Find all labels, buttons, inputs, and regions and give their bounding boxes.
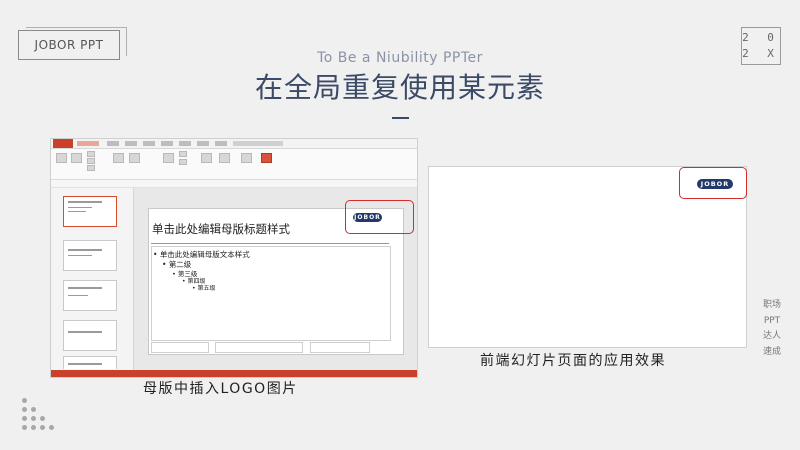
slide-thumbnail [63, 240, 117, 271]
slide-master-screenshot: 单击此处编辑母版标题样式 JOBOR 单击此处编辑母版文本样式 第二级 第三级 … [50, 138, 418, 378]
date-placeholder [151, 342, 209, 353]
ribbon-icon [87, 165, 95, 171]
logo-highlight-frame [679, 167, 747, 199]
decorative-dots [22, 398, 62, 432]
logo-highlight-frame [345, 200, 414, 234]
thumb-line [68, 287, 102, 289]
ribbon-icon [179, 159, 187, 165]
thumb-line [68, 331, 102, 333]
thumb-line [68, 363, 102, 365]
decor-dot [49, 425, 54, 430]
footer-placeholder [215, 342, 303, 353]
right-caption: 前端幻灯片页面的应用效果 [480, 353, 666, 369]
ppt-tab [161, 141, 173, 146]
ribbon-icon [219, 153, 230, 163]
ribbon-icon [87, 151, 95, 157]
ppt-tab [233, 141, 283, 146]
ppt-tab [197, 141, 209, 146]
year-line-1: 2 0 [742, 31, 780, 44]
thumb-line [68, 207, 92, 208]
ppt-tab [77, 141, 99, 146]
close-master-view-icon [261, 153, 272, 163]
ribbon-icon [241, 153, 252, 163]
decor-dot [40, 416, 45, 421]
decor-dot [22, 398, 27, 403]
thumb-line [68, 249, 102, 251]
ppt-ribbon-tabs [51, 139, 417, 149]
decor-dot [40, 425, 45, 430]
title-underline [392, 117, 409, 119]
master-body-placeholder: 单击此处编辑母版文本样式 第二级 第三级 第四级 第五级 [151, 246, 391, 341]
thumb-line [68, 255, 92, 256]
ppt-tab [125, 141, 137, 146]
ppt-status-bar [51, 370, 417, 377]
ribbon-icon [129, 153, 140, 163]
decor-dot [22, 416, 27, 421]
quick-access-toolbar [51, 180, 417, 188]
ribbon-icon [179, 151, 187, 157]
text-level-5: 第五级 [192, 283, 215, 292]
ppt-tab [143, 141, 155, 146]
ribbon-icon [87, 158, 95, 164]
slide-thumbnail [63, 280, 117, 311]
decor-dot [31, 416, 36, 421]
thumb-line [68, 201, 102, 203]
ribbon-icon [201, 153, 212, 163]
ribbon-icon [56, 153, 67, 163]
ribbon-icon [71, 153, 82, 163]
side-vertical-text: 职场PPT达人速成 [762, 300, 781, 357]
thumb-line [68, 211, 86, 212]
decor-dot [31, 425, 36, 430]
ppt-file-tab [53, 139, 73, 148]
decor-dot [22, 425, 27, 430]
slide-thumbnail [63, 196, 117, 227]
thumb-line [68, 295, 88, 296]
title-divider [151, 243, 389, 244]
ppt-tab [215, 141, 227, 146]
master-title-placeholder: 单击此处编辑母版标题样式 [152, 222, 290, 236]
ppt-tab [107, 141, 119, 146]
decor-dot [22, 407, 27, 412]
page-title: 在全局重复使用某元素 [254, 71, 545, 104]
ppt-tab [179, 141, 191, 146]
page-subtitle: To Be a Niubility PPTer [317, 50, 483, 66]
ribbon-icon [163, 153, 174, 163]
slide-thumbnail [63, 356, 117, 369]
slide-thumbnail-pane [51, 188, 134, 370]
ppt-ribbon [51, 149, 417, 180]
ribbon-icon [113, 153, 124, 163]
slide-number-placeholder [310, 342, 370, 353]
left-caption: 母版中插入LOGO图片 [143, 381, 298, 397]
decor-dot [31, 407, 36, 412]
slide-thumbnail [63, 320, 117, 351]
